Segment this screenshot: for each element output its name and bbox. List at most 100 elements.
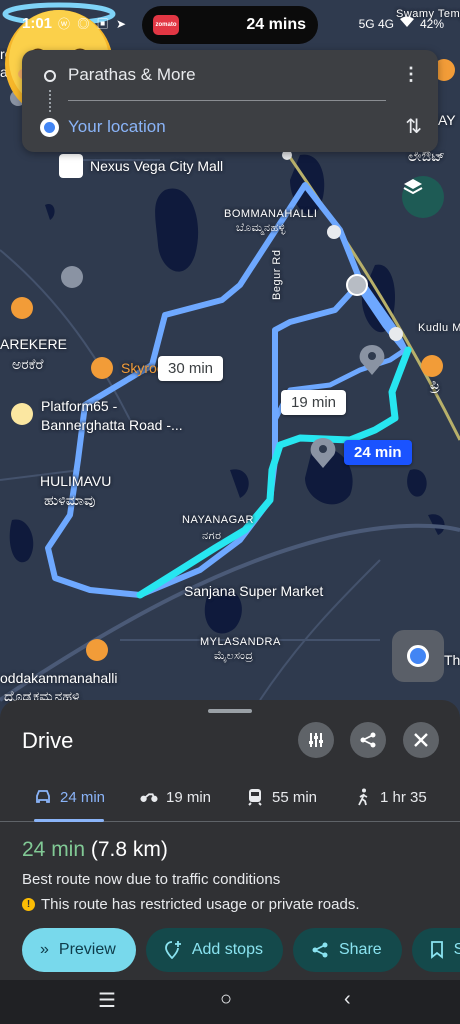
tab-drive-label: 24 min — [60, 788, 106, 806]
route-badge-best[interactable]: 24 min — [344, 440, 412, 465]
signal-icon: 5G 4G — [358, 16, 394, 31]
map-label-arekere: AREKERE — [0, 336, 67, 352]
status-time: 1:01 — [22, 15, 53, 32]
map-label-nayanagar: NAYANAGAR — [182, 514, 254, 526]
map-label-corner-6: Th — [444, 652, 460, 668]
walk-icon — [354, 788, 372, 806]
travel-mode-tabs: 24 min 19 min 55 min 1 hr 35 — [0, 778, 460, 822]
tab-transit[interactable]: 55 min — [246, 784, 317, 810]
bottom-sheet: Drive 24 min 19 min 55 min 1 hr 35 24 mi… — [0, 700, 460, 980]
route-warning-text: This route has restricted usage or priva… — [41, 896, 360, 913]
add-stops-button[interactable]: Add stops — [145, 928, 283, 972]
map-label-hulimavu-kn: ಹುಳಿಮಾವು — [44, 492, 96, 508]
home-icon[interactable]: ○ — [220, 988, 232, 1011]
preview-button[interactable]: » Preview — [22, 928, 136, 972]
route-distance: (7.8 km) — [90, 838, 168, 861]
close-icon — [414, 733, 428, 747]
chevrons-right-icon: » — [40, 941, 49, 958]
preview-label: Preview — [58, 941, 116, 958]
restaurant-pin — [11, 297, 33, 319]
route-badge-alt-2[interactable]: 19 min — [281, 390, 347, 415]
car-icon — [34, 788, 52, 806]
notification-icons: ⓦ ◎ ▣ ➤ — [58, 17, 129, 31]
live-activity-pill[interactable]: zomato 24 mins — [142, 6, 318, 44]
recent-apps-icon[interactable]: ☰ — [98, 988, 116, 1013]
map-label-nayanagar-kn: ನಗರ — [202, 530, 222, 542]
save-label: Sa — [453, 941, 460, 958]
add-stops-label: Add stops — [191, 941, 263, 958]
waypoint-marker — [346, 274, 368, 296]
map-label-mylasandra: MYLASANDRA — [200, 636, 281, 648]
share-route-button[interactable]: Share — [292, 928, 402, 972]
zomato-logo: zomato — [153, 15, 179, 35]
share-label: Share — [338, 941, 382, 958]
route-summary: 24 min (7.8 km) — [22, 838, 168, 862]
bookmark-icon — [430, 941, 443, 959]
map-label-kudlu: Kudlu M — [418, 322, 460, 334]
more-options-icon[interactable]: ⋮ — [402, 64, 420, 85]
battery-level: 42% — [419, 16, 444, 31]
share-icon — [360, 732, 376, 748]
map-label-corner-5: ಪ್ರಿ — [430, 376, 440, 392]
route-duration: 24 min — [22, 838, 86, 861]
restaurant-pin — [91, 357, 113, 379]
share-icon — [312, 942, 328, 958]
tab-transit-label: 55 min — [272, 788, 318, 806]
system-navigation-bar: ☰ ○ ‹ — [0, 980, 460, 1024]
route-options-button[interactable] — [298, 722, 334, 758]
action-buttons: » Preview Add stops Share S — [22, 928, 460, 972]
tab-walk-label: 1 hr 35 — [380, 788, 427, 806]
back-icon[interactable]: ‹ — [344, 988, 351, 1011]
transit-icon — [246, 788, 264, 806]
layers-icon — [403, 179, 423, 195]
active-tab-indicator — [34, 819, 104, 822]
map-label-platform65-line2[interactable]: Bannerghatta Road -... — [41, 417, 183, 433]
shop-pin — [11, 403, 33, 425]
map-label-platform65[interactable]: Platform65 - — [41, 398, 117, 414]
my-location-icon — [407, 645, 429, 667]
map-label-bommanahalli: BOMMANAHALLI — [224, 208, 318, 220]
origin-icon — [44, 70, 56, 82]
map-label-corner-3: AY — [438, 112, 456, 128]
layers-button[interactable] — [402, 176, 444, 218]
route-dots — [49, 90, 51, 112]
map-label-nexus[interactable]: Nexus Vega City Mall — [90, 158, 223, 174]
map-label-begur-rd: Begur Rd — [271, 249, 283, 300]
my-location-button[interactable] — [392, 630, 444, 682]
route-badge-alt-1[interactable]: 30 min — [158, 356, 224, 381]
route-warning: ! This route has restricted usage or pri… — [22, 896, 360, 913]
map-label-bommanahalli-kn: ಬೊಮ್ಮನಹಳ್ಳಿ — [236, 222, 286, 234]
your-location-icon — [40, 118, 59, 137]
destination-field[interactable]: Your location — [68, 117, 166, 137]
origin-field[interactable]: Parathas & More — [68, 65, 196, 85]
wifi-icon — [399, 16, 414, 31]
field-divider — [68, 100, 386, 101]
tab-two-wheeler-label: 19 min — [166, 788, 212, 806]
tab-walk[interactable]: 1 hr 35 — [354, 784, 427, 810]
tab-two-wheeler[interactable]: 19 min — [140, 784, 211, 810]
add-location-icon — [164, 941, 181, 959]
save-button[interactable]: Sa — [411, 928, 460, 972]
map-label-sanjana[interactable]: Sanjana Super Market — [184, 583, 323, 599]
sliders-icon — [309, 733, 323, 747]
sheet-drag-handle[interactable] — [208, 709, 252, 713]
swap-icon[interactable]: ⇅ — [405, 114, 422, 139]
map-label-hulimavu: HULIMAVU — [40, 473, 112, 489]
close-button[interactable] — [403, 722, 439, 758]
warning-icon: ! — [22, 898, 35, 911]
share-button[interactable] — [350, 722, 386, 758]
sheet-title: Drive — [22, 728, 74, 753]
map-label-mylasandra-kn: ಮೈಲಸಂದ್ರ — [214, 650, 254, 662]
motorbike-icon — [140, 788, 158, 806]
restaurant-pin — [86, 639, 108, 661]
screen: Nexus Vega City Mall BOMMANAHALLI ಬೊಮ್ಮನ… — [0, 0, 460, 1024]
tab-drive[interactable]: 24 min — [34, 784, 105, 810]
route-note: Best route now due to traffic conditions — [22, 871, 281, 888]
directions-panel: Parathas & More Your location ⋮ ⇅ — [22, 50, 438, 152]
mall-logo — [59, 154, 83, 178]
live-activity-eta: 24 mins — [246, 16, 306, 33]
school-pin — [61, 266, 83, 288]
bar-pin — [421, 355, 443, 377]
map-label-arekere-kn: ಅರಕೆರೆ — [12, 356, 44, 372]
status-right: 5G 4G 42% — [359, 16, 444, 31]
